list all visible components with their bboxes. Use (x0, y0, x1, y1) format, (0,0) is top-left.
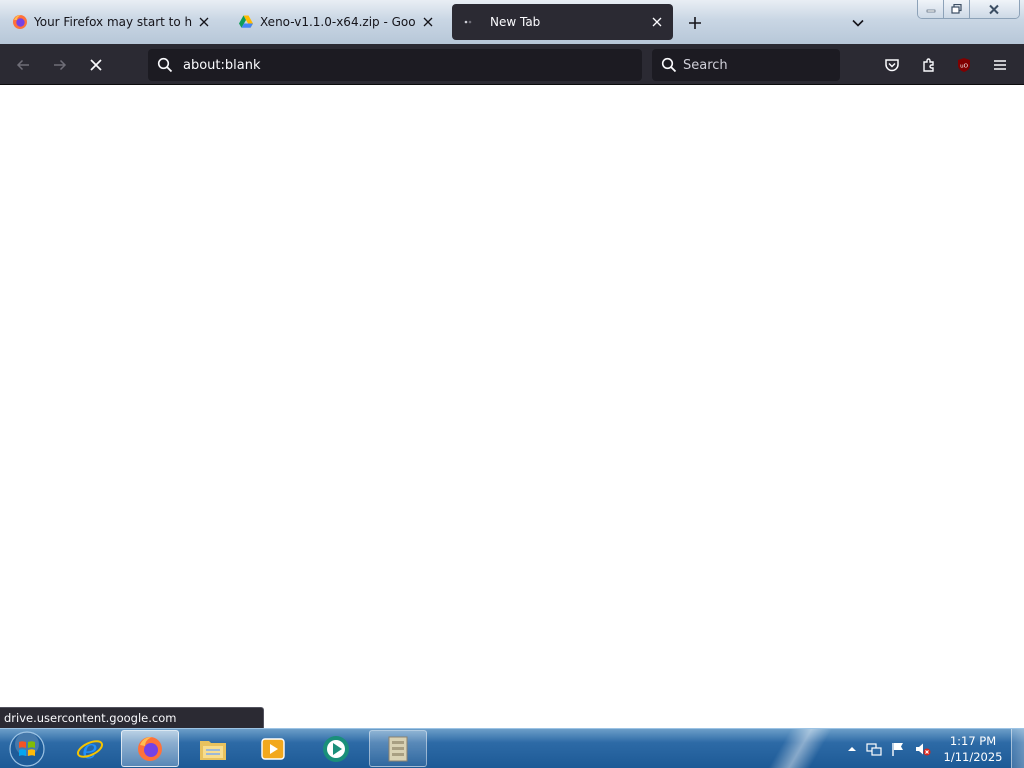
svg-text:e: e (82, 735, 97, 764)
chevron-up-icon (848, 747, 856, 751)
page-content (0, 85, 1024, 728)
taskbar-archive[interactable] (369, 730, 427, 767)
close-tab-icon[interactable] (649, 14, 665, 30)
restore-button[interactable] (944, 0, 970, 18)
close-tab-icon[interactable] (196, 14, 212, 30)
show-desktop-button[interactable] (1011, 729, 1024, 768)
folder-icon (200, 740, 226, 760)
forward-button[interactable] (47, 52, 73, 78)
ublock-icon: uO (958, 58, 970, 72)
tab-firefox-notice[interactable]: Your Firefox may start to have p (4, 4, 222, 40)
search-icon (661, 57, 677, 73)
start-button[interactable] (2, 730, 52, 768)
network-icon[interactable] (866, 741, 882, 757)
plus-icon (689, 17, 701, 29)
search-icon (157, 57, 173, 73)
clock-date: 1/11/2025 (943, 750, 1003, 764)
internet-explorer-icon: e (76, 735, 104, 764)
minimize-icon (926, 9, 936, 13)
window-controls (917, 0, 1020, 19)
search-input[interactable] (683, 57, 833, 73)
menu-icon (994, 60, 1006, 70)
tab-title: New Tab (490, 15, 541, 29)
close-window-button[interactable] (969, 0, 1019, 18)
action-center-flag-icon[interactable] (890, 741, 906, 757)
extensions-button[interactable] (917, 53, 941, 77)
screen: Your Firefox may start to have p Xeno-v1… (0, 0, 1024, 768)
navigation-toolbar: uO (0, 44, 1024, 85)
firefox-icon (12, 14, 28, 30)
address-bar[interactable] (148, 49, 642, 81)
system-clock[interactable]: 1:17 PM 1/11/2025 (938, 733, 1008, 765)
maximize-icon (951, 4, 962, 14)
back-icon (16, 59, 29, 71)
clock-time: 1:17 PM (949, 734, 997, 748)
windows-start-icon (9, 731, 45, 767)
new-tab-button[interactable] (683, 11, 707, 35)
volume-muted-icon[interactable] (915, 741, 931, 757)
taskbar-firefox[interactable] (121, 730, 179, 767)
tab-strip: Your Firefox may start to have p Xeno-v1… (0, 0, 1024, 44)
search-bar[interactable] (652, 49, 840, 81)
svg-text:uO: uO (960, 64, 968, 70)
taskbar: e 1:17 PM 1/11/2025 (0, 728, 1024, 768)
status-url: drive.usercontent.google.com (4, 711, 177, 725)
close-tab-icon[interactable] (420, 14, 436, 30)
close-icon (989, 4, 1000, 14)
loading-icon (460, 14, 476, 30)
tab-title: Your Firefox may start to have p (34, 15, 192, 29)
media-player-icon (261, 737, 285, 760)
google-drive-icon (238, 14, 254, 30)
app-icon (323, 735, 349, 762)
tab-title: Xeno-v1.1.0-x64.zip - Google Dr (260, 15, 416, 29)
url-input[interactable] (183, 57, 623, 73)
forward-icon (54, 59, 67, 71)
stop-button[interactable] (83, 52, 109, 78)
tab-new-tab[interactable]: New Tab (452, 4, 673, 40)
system-tray: 1:17 PM 1/11/2025 (840, 729, 1024, 768)
taskbar-media-player[interactable] (244, 730, 302, 767)
minimize-button[interactable] (918, 0, 945, 18)
stop-icon (90, 59, 102, 71)
app-menu-button[interactable] (988, 53, 1012, 77)
status-panel: drive.usercontent.google.com (0, 707, 264, 728)
firefox-icon (138, 736, 162, 761)
chevron-down-icon (852, 19, 864, 27)
extensions-icon (923, 58, 934, 72)
pocket-icon (885, 59, 899, 72)
ublock-button[interactable]: uO (952, 53, 976, 77)
archive-icon (388, 736, 408, 761)
show-hidden-icons-button[interactable] (844, 741, 860, 757)
taskbar-app[interactable] (307, 730, 365, 767)
list-all-tabs-button[interactable] (846, 11, 870, 35)
back-button[interactable] (10, 52, 36, 78)
taskbar-internet-explorer[interactable]: e (61, 730, 119, 767)
pocket-button[interactable] (880, 53, 904, 77)
tab-google-drive[interactable]: Xeno-v1.1.0-x64.zip - Google Dr (230, 4, 444, 40)
taskbar-file-explorer[interactable] (184, 730, 242, 767)
